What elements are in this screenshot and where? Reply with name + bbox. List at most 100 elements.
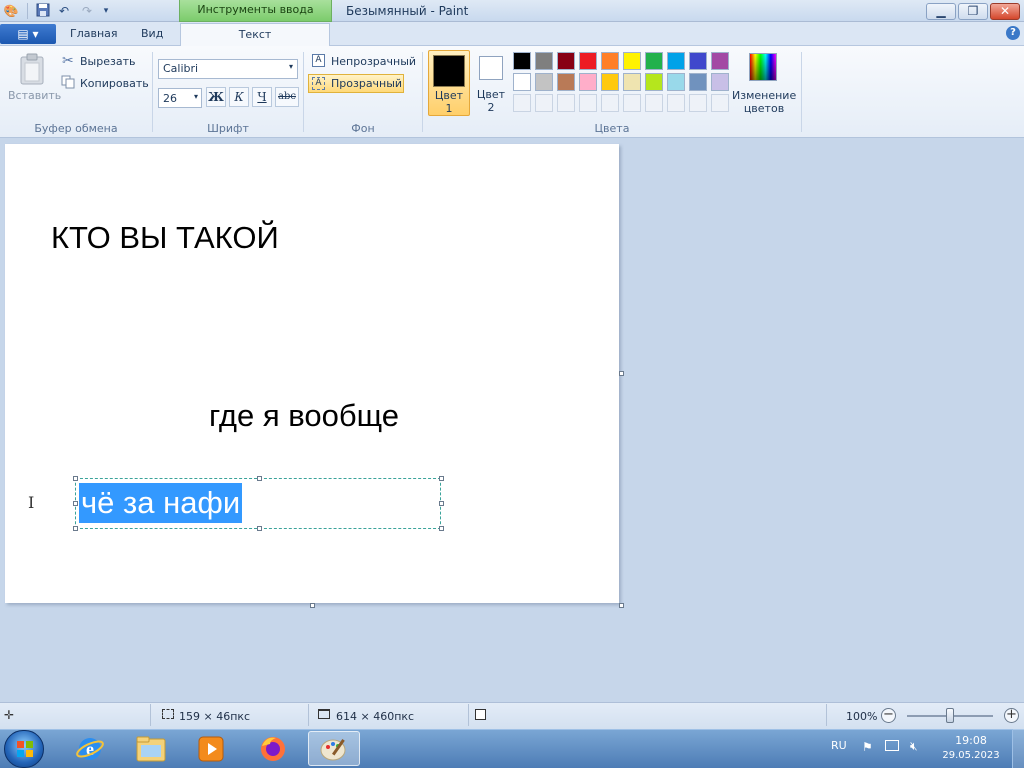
paint-app-icon[interactable]: 🎨 [3,3,19,19]
canvas-resize-handle[interactable] [310,603,315,608]
palette-color-swatch[interactable] [711,52,729,70]
text-box-handle[interactable] [73,476,78,481]
clock-time[interactable]: 19:08 [944,734,998,747]
transparent-button[interactable]: A Прозрачный [308,74,404,93]
zoom-in-button[interactable]: + [1004,708,1019,723]
undo-icon[interactable]: ↶ [56,3,72,19]
color-palette [513,52,735,118]
palette-color-swatch[interactable] [645,73,663,91]
divider [308,704,309,726]
palette-color-swatch[interactable] [601,52,619,70]
palette-color-swatch[interactable] [579,52,597,70]
palette-empty-swatch[interactable] [623,94,641,112]
language-indicator[interactable]: RU [831,739,847,752]
palette-empty-swatch[interactable] [711,94,729,112]
redo-icon[interactable]: ↷ [79,3,95,19]
palette-empty-swatch[interactable] [513,94,531,112]
close-button[interactable]: ✕ [990,3,1020,20]
underline-button[interactable]: Ч [252,87,272,107]
palette-empty-swatch[interactable] [601,94,619,112]
palette-color-swatch[interactable] [557,73,575,91]
palette-color-swatch[interactable] [645,52,663,70]
palette-color-swatch[interactable] [667,52,685,70]
palette-color-swatch[interactable] [513,73,531,91]
text-input-box[interactable]: чё за нафи [75,478,441,529]
palette-empty-swatch[interactable] [557,94,575,112]
clock-date[interactable]: 29.05.2023 [942,750,1000,761]
palette-color-swatch[interactable] [667,73,685,91]
palette-color-swatch[interactable] [623,73,641,91]
palette-empty-swatch[interactable] [645,94,663,112]
canvas-text-1: КТО ВЫ ТАКОЙ [51,220,279,255]
palette-empty-swatch[interactable] [689,94,707,112]
canvas-resize-handle[interactable] [619,603,624,608]
canvas-text-2: где я вообще [209,398,400,433]
bold-button[interactable]: Ж [206,87,226,107]
paste-button[interactable]: Вставить [8,89,61,102]
edit-colors-label-line1[interactable]: Изменение [732,89,796,102]
text-box-handle[interactable] [257,526,262,531]
help-icon[interactable]: ? [1006,26,1020,40]
group-label-font: Шрифт [207,122,249,135]
palette-empty-swatch[interactable] [667,94,685,112]
font-family-select[interactable]: Calibri ▾ [158,59,298,79]
palette-empty-swatch[interactable] [535,94,553,112]
font-size-select[interactable]: 26 ▾ [158,88,202,108]
palette-color-swatch[interactable] [579,73,597,91]
font-size-value: 26 [163,92,177,105]
color2-swatch [479,56,503,80]
tab-view[interactable]: Вид [141,27,163,40]
maximize-button[interactable]: ❐ [958,3,988,20]
start-button[interactable] [4,730,44,768]
palette-color-swatch[interactable] [689,73,707,91]
palette-color-swatch[interactable] [711,73,729,91]
text-box-handle[interactable] [439,501,444,506]
palette-color-swatch[interactable] [535,73,553,91]
opaque-icon: A [312,54,325,67]
palette-color-swatch[interactable] [513,52,531,70]
text-box-handle[interactable] [439,526,444,531]
text-box-handle[interactable] [73,526,78,531]
network-icon[interactable] [885,740,899,751]
file-explorer-icon[interactable] [125,731,177,766]
zoom-slider-thumb[interactable] [946,708,954,723]
text-box-handle[interactable] [257,476,262,481]
palette-color-swatch[interactable] [557,52,575,70]
opaque-button[interactable]: Непрозрачный [331,55,416,68]
text-box-handle[interactable] [73,501,78,506]
selected-text[interactable]: чё за нафи [79,483,243,523]
palette-color-swatch[interactable] [601,73,619,91]
color2-button[interactable]: Цвет 2 [472,50,510,116]
firefox-icon[interactable] [247,731,299,766]
media-player-icon[interactable] [185,731,237,766]
palette-color-swatch[interactable] [623,52,641,70]
edit-colors-label-line2[interactable]: цветов [732,102,796,115]
palette-empty-swatch[interactable] [579,94,597,112]
paint-taskbar-icon[interactable] [308,731,360,766]
tab-text[interactable]: Текст [180,23,330,47]
clipboard-icon [18,53,46,88]
color1-swatch [433,55,465,87]
internet-explorer-icon[interactable]: e [64,731,116,766]
speaker-muted-icon[interactable]: 🔇︎ [910,739,918,754]
show-desktop-button[interactable] [1012,729,1024,768]
divider [27,3,28,19]
cut-button[interactable]: Вырезать [80,55,135,68]
tab-home[interactable]: Главная [70,27,118,40]
drawing-canvas[interactable]: КТО ВЫ ТАКОЙ где я вообще чё за нафи [5,144,619,603]
canvas-resize-handle[interactable] [619,371,624,376]
color1-button[interactable]: Цвет 1 [428,50,470,116]
palette-color-swatch[interactable] [535,52,553,70]
strikethrough-button[interactable]: abc [275,87,299,107]
flag-icon[interactable]: ⚑ [862,740,873,754]
group-label-colors: Цвета [594,122,630,135]
save-icon[interactable] [35,3,51,19]
zoom-out-button[interactable]: − [881,708,896,723]
paint-menu-button[interactable]: ▤ ▾ [0,24,56,44]
palette-color-swatch[interactable] [689,52,707,70]
copy-button[interactable]: Копировать [80,77,149,90]
italic-button[interactable]: К [229,87,249,107]
customize-qa-icon[interactable]: ▾ [98,3,114,19]
minimize-button[interactable]: ▁ [926,3,956,20]
text-box-handle[interactable] [439,476,444,481]
